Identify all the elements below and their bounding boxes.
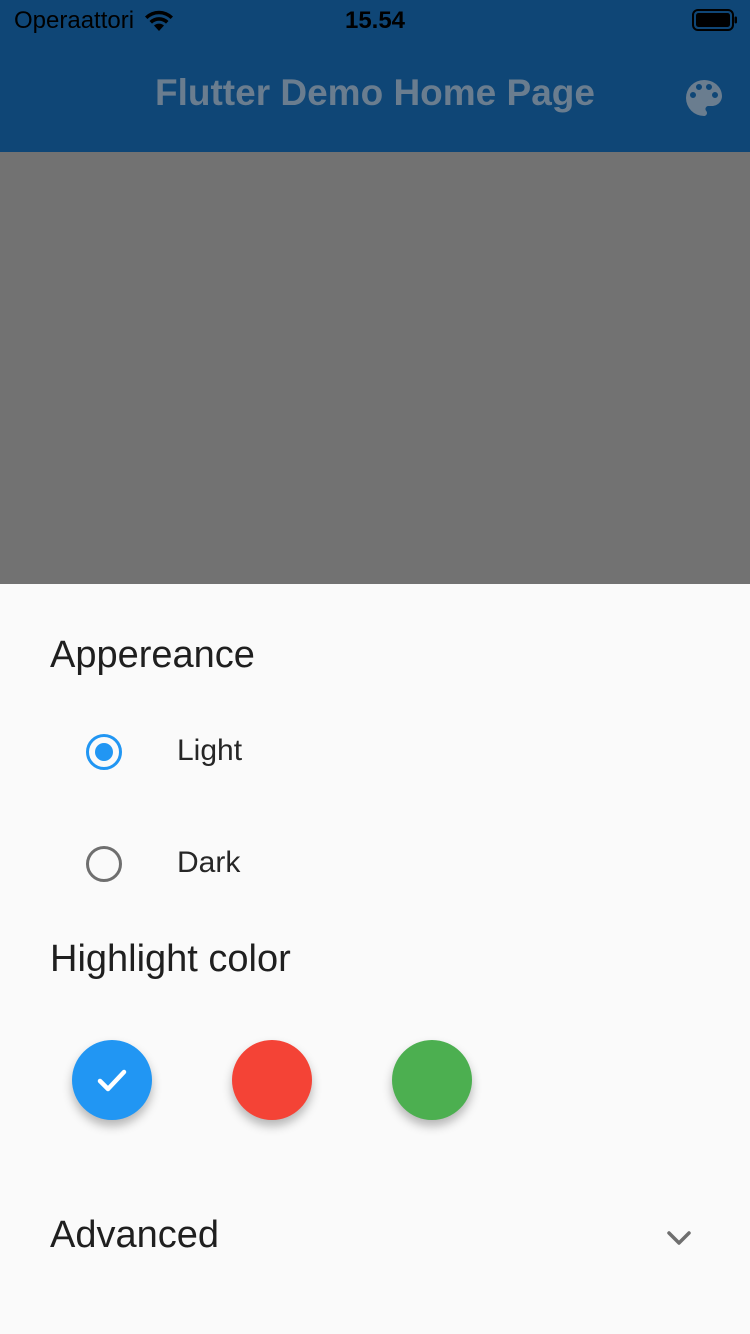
appearance-title: Appereance [50, 634, 255, 676]
radio-option-dark[interactable]: Dark [0, 814, 750, 914]
app-bar: Flutter Demo Home Page [0, 40, 750, 152]
screen: Operaattori 15.54 Flutter Demo Home Page… [0, 0, 750, 1334]
battery-icon [692, 9, 737, 31]
chevron-down-icon [667, 1231, 691, 1245]
modal-scrim[interactable] [0, 152, 750, 584]
theme-bottom-sheet: Appereance Light Dark Highlight color Ad… [0, 584, 750, 1334]
radio-dark[interactable] [86, 846, 122, 882]
radio-option-light[interactable]: Light [0, 702, 750, 802]
status-time: 15.54 [344, 7, 406, 34]
radio-label-light: Light [177, 734, 243, 767]
radio-label-dark: Dark [177, 846, 241, 879]
advanced-expander[interactable]: Advanced [0, 1188, 750, 1288]
status-bar: Operaattori 15.54 [0, 0, 750, 40]
highlight-color-title: Highlight color [50, 938, 291, 980]
radio-light[interactable] [86, 734, 122, 770]
color-swatch-green[interactable] [392, 1040, 472, 1120]
page-title: Flutter Demo Home Page [155, 72, 595, 113]
color-swatch-blue[interactable] [72, 1040, 152, 1120]
color-swatch-red[interactable] [232, 1040, 312, 1120]
palette-icon[interactable] [680, 74, 728, 122]
advanced-title: Advanced [50, 1214, 220, 1256]
check-icon [97, 1069, 127, 1092]
